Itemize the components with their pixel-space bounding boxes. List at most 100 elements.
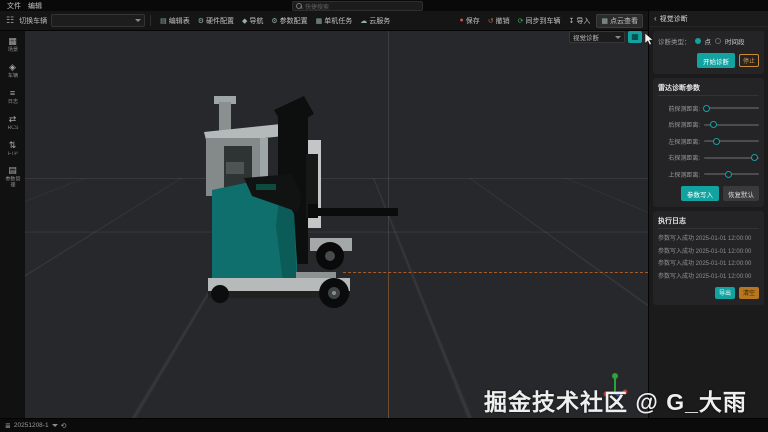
slider-handle[interactable] — [750, 154, 758, 161]
app-window: 文件 编辑 快捷搜索 ☷ 切换车辆 ▤ 编辑表 ⚙ 硬件配置 ◆ 导航 ⚙ 参数… — [0, 0, 768, 432]
slider-front-distance: 前探测距离: — [658, 104, 759, 113]
sidebar-item-label: 场景 — [7, 47, 18, 53]
search-icon — [296, 3, 302, 9]
document-icon: ▤ — [8, 165, 17, 176]
right-panel-header: ‹ 视觉诊断 — [649, 11, 768, 27]
log-entry: 参数写入成功 2025-01-01 12:00:00 — [658, 248, 752, 255]
radio-point[interactable] — [694, 38, 701, 44]
divider — [658, 95, 759, 96]
slider-label: 左探测距离: — [668, 139, 700, 146]
search-input[interactable]: 快捷搜索 — [292, 1, 423, 11]
slider-handle[interactable] — [710, 121, 718, 128]
radio-time-period[interactable] — [715, 38, 721, 44]
point-cloud-grid-button[interactable]: ▦ — [628, 31, 642, 43]
undo-label: 撤销 — [495, 17, 510, 25]
log-icon: ≡ — [9, 87, 16, 98]
slider-right-distance: 右探测距离: — [658, 153, 759, 162]
history-icon[interactable]: ⟲ — [61, 422, 67, 430]
chevron-down-icon[interactable] — [51, 424, 58, 427]
hamburger-menu-icon[interactable]: ≣ — [5, 422, 11, 430]
diagnosis-type-label: 诊断类型： — [658, 39, 691, 46]
log-entry: 参数写入成功 2025-01-01 12:00:00 — [658, 261, 752, 267]
write-params-button[interactable]: 参数写入 — [681, 186, 719, 201]
viewport-mode-value: 视觉诊断 — [573, 35, 599, 42]
slider-track[interactable] — [703, 104, 759, 112]
statusbar: ≣ 20251208-1 ⟲ — [0, 418, 768, 432]
sidebar-item-ftp[interactable]: ⇅ FTP — [2, 140, 24, 158]
slider-label: 上探测距离: — [668, 172, 700, 179]
navigation-icon: ◆ — [241, 17, 248, 25]
point-cloud-icon: ▦ — [601, 17, 608, 25]
toolbar-button-label: 硬件配置 — [205, 17, 234, 25]
radio-time-period-label[interactable]: 时间段 — [725, 36, 745, 46]
radar-params-card: 雷达诊断参数 前探测距离: 后探测距离: 左探测距离: 右探测距离: 上探测距离… — [653, 78, 764, 207]
toolbar-button-label: 导航 — [249, 17, 264, 25]
menu-edit[interactable]: 编辑 — [28, 1, 42, 11]
slider-handle[interactable] — [712, 137, 720, 145]
undo-button[interactable]: ↺ 撤销 — [488, 16, 510, 26]
slider-label: 右探测距离: — [668, 156, 700, 162]
viewport-3d[interactable]: 视觉诊断 ▦ — [25, 30, 648, 418]
table-icon: ▤ — [160, 17, 167, 25]
radio-point-label[interactable]: 点 — [705, 36, 712, 46]
sync-to-vehicle-button[interactable]: ⟳ 同步到车辆 — [518, 16, 561, 26]
execution-log-title: 执行日志 — [658, 218, 686, 225]
task-grid-icon: ▦ — [315, 17, 323, 25]
toolbar-divider — [150, 15, 152, 26]
toolbar-button-single-task[interactable]: ▦ 单机任务 — [316, 16, 353, 26]
log-entry: 参数写入成功 2025-01-01 12:00:00 — [658, 273, 752, 280]
toolbar-button-label: 单机任务 — [324, 17, 353, 25]
toolbar-button-label: 云服务 — [369, 17, 391, 25]
clear-log-button[interactable]: 清空 — [738, 286, 759, 299]
toolbar-button-param-config[interactable]: ⚙ 参数配置 — [271, 16, 307, 26]
log-entry: 参数写入成功 2025-01-01 12:00:00 — [658, 236, 752, 242]
save-icon: ● — [459, 17, 464, 24]
sidebar-item-label: RCS — [7, 125, 18, 131]
export-log-button[interactable]: 导出 — [714, 286, 735, 299]
sidebar-item-rcs[interactable]: ⇄ RCS — [2, 114, 24, 132]
toolbar: ☷ 切换车辆 ▤ 编辑表 ⚙ 硬件配置 ◆ 导航 ⚙ 参数配置 ▦ 单机任务 ☁ — [0, 11, 648, 31]
save-button[interactable]: ● 保存 — [460, 16, 480, 26]
menu-file[interactable]: 文件 — [7, 1, 21, 11]
start-diagnosis-button[interactable]: 开始诊断 — [696, 53, 735, 68]
point-cloud-view-button[interactable]: ▦ 点云查看 — [596, 13, 643, 28]
layout-grid-icon[interactable]: ☷ — [6, 15, 14, 26]
restore-default-button[interactable]: 恢复默认 — [723, 186, 759, 201]
toolbar-button-navigation[interactable]: ◆ 导航 — [242, 16, 263, 26]
toolbar-button-cloud-service[interactable]: ☁ 云服务 — [360, 16, 390, 26]
back-icon[interactable]: ‹ — [654, 14, 657, 23]
titlebar: 文件 编辑 快捷搜索 — [0, 0, 768, 11]
slider-track[interactable] — [704, 137, 759, 145]
slider-handle[interactable] — [725, 170, 733, 178]
viewport-mode-select[interactable]: 视觉诊断 — [569, 31, 625, 43]
import-button[interactable]: ↧ 导入 — [569, 16, 591, 26]
vehicle-icon: ◈ — [9, 61, 16, 72]
sidebar-item-vehicle[interactable]: ◈ 车辆 — [2, 61, 24, 80]
radar-params-title: 雷达诊断参数 — [658, 85, 700, 92]
search-placeholder: 快捷搜索 — [305, 4, 330, 11]
mouse-cursor — [645, 33, 654, 46]
slider-track[interactable] — [704, 121, 759, 128]
cloud-icon: ☁ — [360, 17, 368, 25]
slider-track[interactable] — [704, 170, 759, 178]
slider-rear-distance: 后探测距离: — [658, 120, 759, 129]
stop-diagnosis-button[interactable]: 停止 — [738, 54, 759, 67]
slider-label: 前探测距离: — [668, 106, 700, 113]
toolbar-button-edit-table[interactable]: ▤ 编辑表 — [160, 16, 190, 26]
save-label: 保存 — [465, 17, 480, 25]
sidebar-item-label: 车辆 — [7, 73, 18, 79]
slider-handle[interactable] — [703, 104, 711, 112]
undo-icon: ↺ — [487, 17, 494, 25]
toolbar-right-group: ● 保存 ↺ 撤销 ⟳ 同步到车辆 ↧ 导入 ▦ 点云查看 — [456, 13, 648, 28]
vehicle-select[interactable] — [51, 14, 146, 27]
toolbar-button-hardware-config[interactable]: ⚙ 硬件配置 — [198, 16, 234, 26]
slider-track[interactable] — [704, 154, 759, 161]
project-name[interactable]: 20251208-1 — [14, 422, 49, 429]
gear-icon: ⚙ — [271, 17, 278, 25]
diagnosis-type-card: 诊断类型： 点 时间段 开始诊断 停止 — [653, 31, 764, 74]
sidebar-item-label: FTP — [7, 151, 18, 157]
sidebar-item-scene[interactable]: ▦ 场景 — [2, 37, 24, 54]
import-label: 导入 — [576, 17, 591, 25]
sidebar-item-log[interactable]: ≡ 日志 — [2, 87, 24, 106]
sidebar-item-param-manage[interactable]: ▤ 参数管理 — [2, 166, 24, 190]
